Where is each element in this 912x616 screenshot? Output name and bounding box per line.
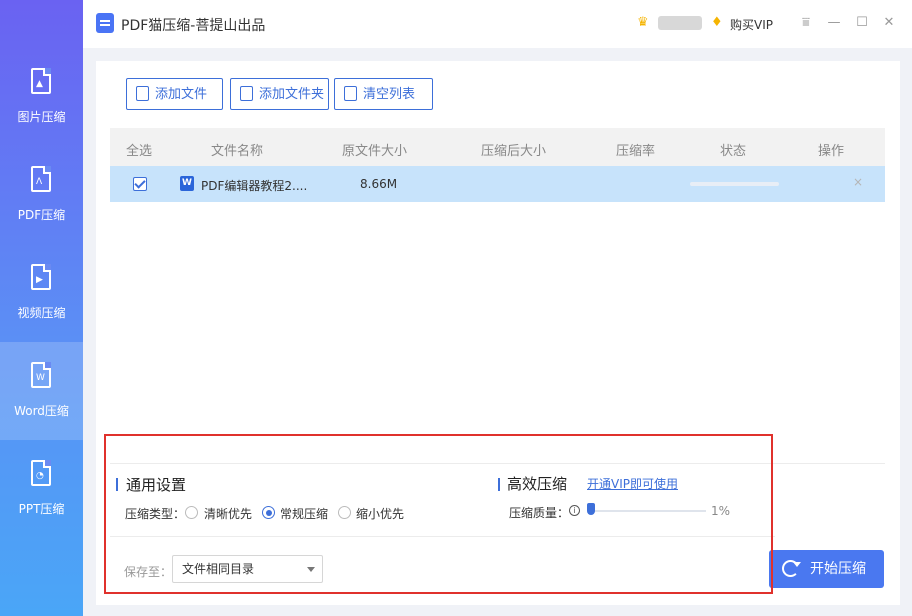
file-name-header: 文件名称: [211, 144, 264, 159]
close-icon[interactable]: ✕: [879, 12, 899, 34]
general-settings-title: 通用设置: [126, 476, 187, 494]
table-row[interactable]: W PDF编辑器教程2.... 8.66M ×: [110, 166, 885, 202]
word-doc-icon: W: [180, 176, 194, 191]
save-location-select[interactable]: 文件相同目录: [172, 555, 323, 583]
action-header: 操作: [818, 144, 845, 159]
maximize-icon[interactable]: ☐: [852, 12, 872, 34]
sidebar-item-label: 视频压缩: [17, 306, 66, 320]
crown-icon: ♛: [637, 15, 649, 30]
add-folder-icon: [240, 86, 253, 101]
sidebar-item-label: 图片压缩: [17, 110, 66, 124]
radio-normal[interactable]: [262, 506, 275, 519]
settings-divider: [110, 536, 775, 537]
quality-slider-handle[interactable]: [587, 503, 596, 515]
trash-icon: [344, 86, 357, 101]
add-file-label: 添加文件: [155, 86, 208, 101]
pdf-file-icon: ᐱ: [31, 166, 51, 192]
quality-label: 压缩质量：: [509, 506, 570, 520]
add-folder-button[interactable]: 添加文件夹: [230, 78, 329, 110]
delete-row-icon[interactable]: ×: [853, 175, 863, 189]
sidebar: ▲ 图片压缩 ᐱ PDF压缩 ▶ 视频压缩 W Word压缩 ◔ PPT压缩: [0, 0, 83, 616]
quality-value: 1%: [711, 504, 731, 518]
save-to-label: 保存至：: [124, 565, 173, 579]
ppt-file-icon: ◔: [31, 460, 51, 486]
original-size: 8.66M: [360, 177, 398, 191]
status-progress-bar: [690, 182, 779, 186]
radio-smaller-first[interactable]: [338, 506, 351, 519]
status-header: 状态: [720, 144, 747, 159]
vip-diamond-icon[interactable]: ♦: [711, 15, 723, 30]
section-marker: [498, 478, 500, 491]
start-compress-label: 开始压缩: [810, 561, 866, 577]
advanced-compress-title: 高效压缩: [507, 475, 568, 493]
compress-type-label: 压缩类型：: [125, 507, 186, 521]
app-title: PDF猫压缩-菩提山出品: [121, 18, 266, 34]
open-vip-link[interactable]: 开通VIP即可使用: [587, 475, 678, 492]
original-size-header: 原文件大小: [342, 144, 408, 159]
video-file-icon: ▶: [31, 264, 51, 290]
save-location-value: 文件相同目录: [182, 562, 255, 576]
sidebar-item-pdf[interactable]: ᐱ PDF压缩: [0, 146, 83, 244]
option-clarity-first[interactable]: 清晰优先: [204, 505, 252, 522]
row-checkbox[interactable]: [133, 177, 147, 191]
buy-vip-link[interactable]: 购买VIP: [730, 16, 773, 33]
start-compress-button[interactable]: 开始压缩: [769, 550, 884, 588]
add-file-icon: [136, 86, 149, 101]
image-file-icon: ▲: [31, 68, 51, 94]
add-file-button[interactable]: 添加文件: [126, 78, 223, 110]
clear-list-label: 清空列表: [363, 86, 416, 101]
sidebar-item-label: PPT压缩: [18, 502, 65, 516]
main-panel: 添加文件 添加文件夹 清空列表 全选 文件名称 原文件大小 压缩后大小 压缩率 …: [96, 61, 900, 605]
minimize-icon[interactable]: —: [824, 12, 844, 34]
refresh-icon: [782, 560, 801, 577]
quality-slider-track[interactable]: [588, 510, 706, 512]
username-redacted[interactable]: [658, 16, 702, 30]
ratio-header: 压缩率: [616, 144, 656, 159]
menu-icon[interactable]: ⩸: [796, 12, 816, 34]
sidebar-item-label: PDF压缩: [17, 208, 66, 222]
add-folder-label: 添加文件夹: [259, 86, 325, 101]
sidebar-item-image[interactable]: ▲ 图片压缩: [0, 48, 83, 146]
select-all-header[interactable]: 全选: [126, 140, 152, 159]
clear-list-button[interactable]: 清空列表: [334, 78, 433, 110]
sidebar-item-video[interactable]: ▶ 视频压缩: [0, 244, 83, 342]
settings-divider: [110, 463, 885, 464]
sidebar-item-ppt[interactable]: ◔ PPT压缩: [0, 440, 83, 538]
word-file-icon: W: [31, 362, 51, 388]
sidebar-item-word[interactable]: W Word压缩: [0, 342, 83, 440]
file-name: PDF编辑器教程2....: [201, 179, 308, 193]
section-marker: [116, 478, 118, 491]
option-normal[interactable]: 常规压缩: [280, 505, 328, 522]
file-table-header: 全选 文件名称 原文件大小 压缩后大小 压缩率 状态 操作: [110, 128, 885, 166]
app-logo-icon: [96, 13, 114, 33]
compressed-size-header: 压缩后大小: [481, 144, 547, 159]
option-smaller-first[interactable]: 缩小优先: [356, 505, 404, 522]
radio-clarity-first[interactable]: [185, 506, 198, 519]
sidebar-item-label: Word压缩: [14, 404, 69, 418]
info-icon[interactable]: i: [569, 505, 580, 516]
chevron-down-icon: [307, 567, 315, 572]
